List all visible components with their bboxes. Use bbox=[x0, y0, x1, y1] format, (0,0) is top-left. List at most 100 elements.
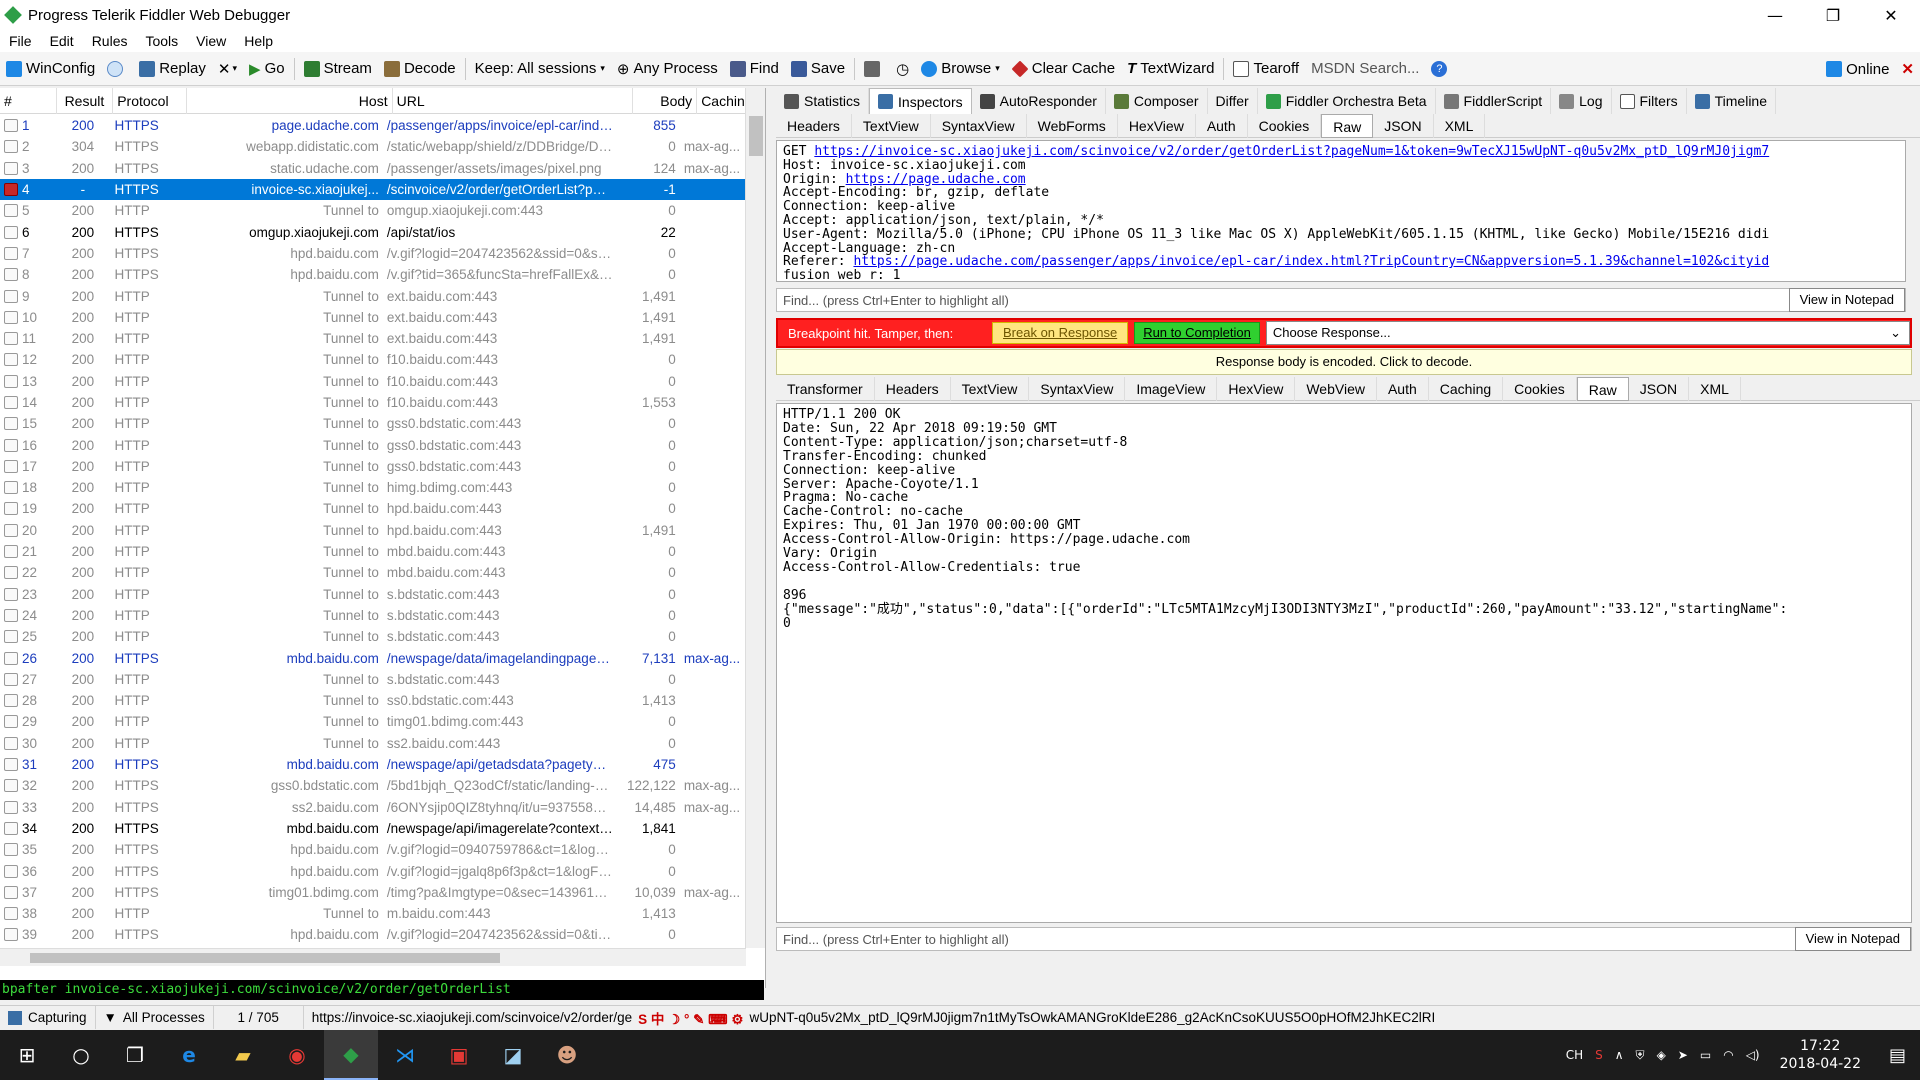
response-view-in-notepad-button[interactable]: View in Notepad bbox=[1794, 927, 1911, 951]
close-toolbar-button[interactable]: ✕ bbox=[1895, 56, 1920, 82]
screenshot-button[interactable] bbox=[858, 56, 890, 82]
sessions-vertical-scrollbar[interactable] bbox=[745, 88, 765, 948]
request-tab-auth[interactable]: Auth bbox=[1196, 113, 1248, 138]
menu-file[interactable]: File bbox=[0, 33, 41, 49]
response-tab-xml[interactable]: XML bbox=[1689, 376, 1741, 401]
response-raw-view[interactable]: HTTP/1.1 200 OK Date: Sun, 22 Apr 2018 09… bbox=[776, 403, 1912, 923]
column-id[interactable]: # bbox=[0, 87, 57, 114]
comment-button[interactable] bbox=[101, 56, 133, 82]
session-row[interactable]: 4 - HTTPS invoice-sc.xiaojukej... /scinvoice… bbox=[0, 178, 746, 201]
request-tab-textview[interactable]: TextView bbox=[852, 113, 931, 138]
msdn-search-input[interactable]: MSDN Search... bbox=[1305, 56, 1425, 82]
encoded-notice-bar[interactable]: Response body is encoded. Click to decod… bbox=[776, 349, 1912, 375]
request-tab-cookies[interactable]: Cookies bbox=[1248, 113, 1322, 138]
quickexec-input[interactable]: bpafter invoice-sc.xiaojukeji.com/scinvo… bbox=[0, 980, 764, 1000]
task-view-button[interactable]: ❐ bbox=[108, 1030, 162, 1080]
clear-cache-button[interactable]: Clear Cache bbox=[1006, 56, 1121, 82]
stream-button[interactable]: Stream bbox=[298, 56, 378, 82]
menu-view[interactable]: View bbox=[187, 33, 235, 49]
tab-log[interactable]: Log bbox=[1551, 88, 1612, 114]
session-row[interactable]: 31 200 HTTPS mbd.baidu.com/newspage/api/get… bbox=[0, 754, 746, 775]
maximize-button[interactable]: ❐ bbox=[1804, 0, 1862, 30]
go-button[interactable]: ▶ Go bbox=[243, 56, 291, 82]
response-tab-raw[interactable]: Raw bbox=[1576, 376, 1629, 401]
app-red[interactable]: ▣ bbox=[432, 1030, 486, 1080]
response-tab-hexview[interactable]: HexView bbox=[1217, 376, 1296, 401]
search-button[interactable]: ○ bbox=[54, 1030, 108, 1080]
close-button[interactable]: ✕ bbox=[1862, 0, 1920, 30]
fiddler-app[interactable]: ◆ bbox=[324, 1030, 378, 1080]
session-row[interactable]: 34 200 HTTPS mbd.baidu.com/newspage/api/ima… bbox=[0, 818, 746, 839]
response-tab-caching[interactable]: Caching bbox=[1429, 376, 1504, 401]
ime-toolbar-icon[interactable]: S 中 ☽ ° ✎ ⌨ ⚙ bbox=[638, 1008, 743, 1028]
column-body[interactable]: Body bbox=[633, 87, 698, 114]
battery-icon[interactable]: ▭ bbox=[1694, 1048, 1717, 1062]
winconfig-button[interactable]: WinConfig bbox=[0, 56, 101, 82]
response-tab-textview[interactable]: TextView bbox=[951, 376, 1030, 401]
session-row[interactable]: 10 200 HTTP Tunnel to ext.baidu.com:443 1,491 bbox=[0, 307, 746, 328]
request-tab-hexview[interactable]: HexView bbox=[1118, 113, 1196, 138]
request-tab-webforms[interactable]: WebForms bbox=[1027, 113, 1118, 138]
help-button[interactable]: ? bbox=[1425, 56, 1453, 82]
app-blue[interactable]: ◪ bbox=[486, 1030, 540, 1080]
session-row[interactable]: 35 200 HTTPS hpd.baidu.com/v.gif?logid=0940… bbox=[0, 839, 746, 860]
timer-button[interactable]: ◷ bbox=[890, 56, 915, 82]
tab-fiddlerscript[interactable]: FiddlerScript bbox=[1436, 88, 1552, 114]
column-url[interactable]: URL bbox=[393, 87, 634, 114]
response-find-input[interactable]: Find... (press Ctrl+Enter to highlight a… bbox=[777, 932, 1795, 947]
session-row[interactable]: 14 200 HTTP Tunnel to f10.baidu.com:443 1,553 bbox=[0, 392, 746, 413]
session-row[interactable]: 17 200 HTTP Tunnel to gss0.bdstatic.com:443 0 bbox=[0, 456, 746, 477]
any-process-button[interactable]: ⊕ Any Process bbox=[611, 56, 724, 82]
notifications-icon[interactable]: ▤ bbox=[1875, 1045, 1920, 1066]
session-row[interactable]: 9 200 HTTP Tunnel to ext.baidu.com:443 1,491 bbox=[0, 285, 746, 306]
response-tab-auth[interactable]: Auth bbox=[1377, 376, 1429, 401]
wifi-icon[interactable]: ◠ bbox=[1717, 1048, 1739, 1062]
session-row[interactable]: 1 200 HTTPS page.udache.com/passenger/apps/… bbox=[0, 115, 746, 136]
response-tab-headers[interactable]: Headers bbox=[875, 376, 951, 401]
session-row[interactable]: 29 200 HTTP Tunnel to timg01.bdimg.com:443 0 bbox=[0, 711, 746, 732]
tab-statistics[interactable]: Statistics bbox=[776, 88, 870, 114]
response-tab-json[interactable]: JSON bbox=[1629, 376, 1690, 401]
break-on-response-button[interactable]: Break on Response bbox=[992, 322, 1129, 344]
scrollbar-thumb[interactable] bbox=[749, 116, 763, 156]
start-button[interactable]: ⊞ bbox=[0, 1030, 54, 1080]
shield-icon[interactable]: ⛨ bbox=[1630, 1048, 1651, 1063]
session-row[interactable]: 37 200 HTTPS timg01.bdimg.com/timg?pa&Imgty… bbox=[0, 882, 746, 903]
session-row[interactable]: 36 200 HTTPS hpd.baidu.com/v.gif?logid=jgal… bbox=[0, 860, 746, 881]
send-icon[interactable]: ➤ bbox=[1672, 1048, 1694, 1062]
session-row[interactable]: 38 200 HTTP Tunnel to m.baidu.com:443 1,413 bbox=[0, 903, 746, 924]
origin-link[interactable]: https://page.udache.com bbox=[846, 172, 1026, 187]
session-row[interactable]: 3 200 HTTPS static.udache.com/passenger/ass… bbox=[0, 158, 746, 179]
explorer-app[interactable]: ▰ bbox=[216, 1030, 270, 1080]
session-row[interactable]: 26 200 HTTPS mbd.baidu.com/newspage/data/im… bbox=[0, 647, 746, 668]
tab-inspectors[interactable]: Inspectors bbox=[869, 88, 972, 114]
tray-app-icon[interactable]: ◈ bbox=[1651, 1048, 1672, 1062]
menu-rules[interactable]: Rules bbox=[83, 33, 137, 49]
session-row[interactable]: 21 200 HTTP Tunnel to mbd.baidu.com:443 0 bbox=[0, 541, 746, 562]
column-host[interactable]: Host bbox=[187, 87, 393, 114]
tab-autoresponder[interactable]: AutoResponder bbox=[972, 88, 1106, 114]
browse-button[interactable]: Browse ▾ bbox=[915, 56, 1006, 82]
capturing-toggle[interactable]: Capturing bbox=[0, 1006, 96, 1029]
minimize-button[interactable]: — bbox=[1746, 0, 1804, 30]
column-result[interactable]: Result bbox=[57, 87, 114, 114]
app-avatar[interactable]: ☻ bbox=[540, 1030, 594, 1080]
tab-differ[interactable]: Differ bbox=[1208, 88, 1258, 114]
response-tab-webview[interactable]: WebView bbox=[1295, 376, 1377, 401]
response-tab-cookies[interactable]: Cookies bbox=[1503, 376, 1577, 401]
session-row[interactable]: 33 200 HTTPS ss2.baidu.com/6ONYsjip0QIZ8tyh… bbox=[0, 797, 746, 818]
online-indicator[interactable]: Online bbox=[1820, 56, 1895, 82]
column-protocol[interactable]: Protocol bbox=[113, 87, 187, 114]
session-row[interactable]: 27 200 HTTP Tunnel to s.bdstatic.com:443 0 bbox=[0, 669, 746, 690]
save-button[interactable]: Save bbox=[785, 56, 851, 82]
request-view-in-notepad-button[interactable]: View in Notepad bbox=[1788, 288, 1905, 312]
edge-app[interactable]: e bbox=[162, 1030, 216, 1080]
session-row[interactable]: 6 200 HTTPS omgup.xiaojukeji.com/api/stat/i… bbox=[0, 221, 746, 242]
scrollbar-thumb[interactable] bbox=[30, 953, 500, 963]
request-tab-headers[interactable]: Headers bbox=[776, 113, 852, 138]
tab-fiddler-orchestra-beta[interactable]: Fiddler Orchestra Beta bbox=[1258, 88, 1436, 114]
request-raw-view[interactable]: GET https://invoice-sc.xiaojukeji.com/sc… bbox=[776, 140, 1906, 282]
session-row[interactable]: 24 200 HTTP Tunnel to s.bdstatic.com:443 0 bbox=[0, 605, 746, 626]
session-row[interactable]: 7 200 HTTPS hpd.baidu.com/v.gif?logid=20474… bbox=[0, 243, 746, 264]
menu-tools[interactable]: Tools bbox=[136, 33, 187, 49]
